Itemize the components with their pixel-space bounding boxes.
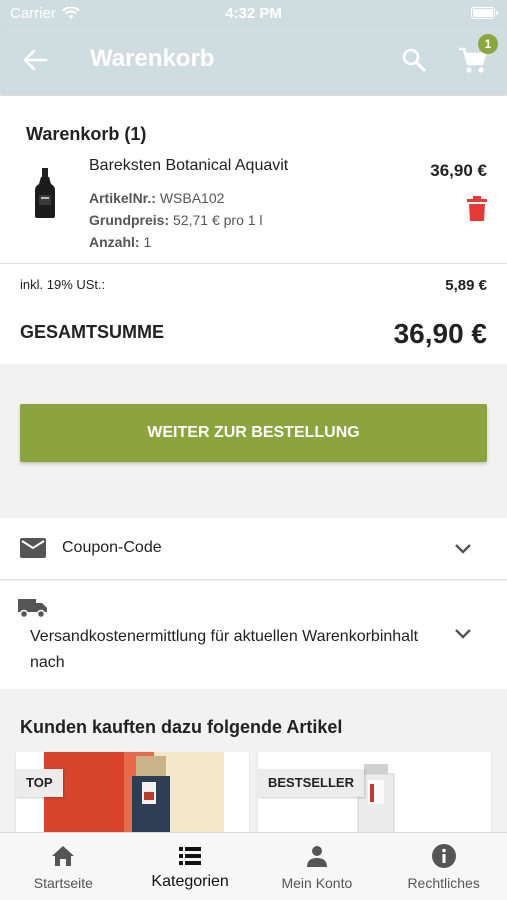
chevron-down-icon[interactable] (454, 628, 472, 640)
vat-label: inkl. 19% USt.: (20, 277, 106, 292)
tab-startseite[interactable]: Startseite (0, 833, 127, 900)
product-tag: TOP (16, 769, 63, 797)
product-card[interactable]: TOP (16, 752, 249, 842)
chevron-down-icon[interactable] (454, 543, 472, 555)
delete-icon[interactable] (466, 196, 488, 222)
total-value: 36,90 € (393, 318, 487, 349)
product-tag: BESTSELLER (258, 769, 364, 797)
page-title: Warenkorb (90, 45, 215, 72)
total-label: GESAMTSUMME (20, 322, 164, 342)
person-icon (306, 846, 327, 867)
status-time: 4:32 PM (225, 5, 282, 22)
truck-icon (18, 599, 47, 619)
product-price: 36,90 € (430, 161, 487, 180)
tab-rechtliches[interactable]: Rechtliches (380, 833, 507, 900)
battery-icon (471, 7, 498, 19)
tab-mein-konto[interactable]: Mein Konto (254, 833, 381, 900)
product-thumbnail[interactable] (28, 168, 62, 218)
checkout-button[interactable]: WEITER ZUR BESTELLUNG (20, 404, 487, 462)
tab-label: Mein Konto (281, 875, 353, 891)
home-icon (52, 846, 75, 866)
tab-label: Startseite (33, 875, 93, 891)
article-number-label: ArtikelNr.: (89, 190, 156, 206)
list-icon (179, 847, 202, 865)
cart-card: Warenkorb (1) Bareksten Botanical Aquavi… (0, 96, 507, 264)
back-arrow-icon[interactable] (20, 46, 50, 74)
article-number-value: WSBA102 (159, 190, 225, 206)
search-icon[interactable] (400, 46, 428, 74)
cart-count-badge: 1 (478, 34, 498, 54)
info-icon (431, 844, 456, 868)
totals-section: inkl. 19% USt.: 5,89 € GESAMTSUMME 36,90… (0, 264, 507, 364)
quantity-row: Anzahl: 1 (89, 234, 151, 250)
product-image (357, 764, 395, 842)
base-price-label: Grundpreis: (89, 212, 170, 228)
product-image (44, 752, 224, 842)
cart-heading: Warenkorb (1) (26, 124, 147, 144)
product-card[interactable]: BESTSELLER (258, 752, 491, 842)
shipping-label: Versandkostenermittlung für aktuellen Wa… (30, 628, 419, 671)
vat-value: 5,89 € (445, 277, 487, 294)
related-heading: Kunden kauften dazu folgende Artikel (20, 717, 343, 737)
article-number-row: ArtikelNr.: WSBA102 (89, 190, 224, 206)
coupon-row[interactable]: Coupon-Code (0, 518, 507, 580)
coupon-label: Coupon-Code (62, 539, 162, 556)
tab-kategorien[interactable]: Kategorien (127, 833, 254, 900)
product-name[interactable]: Bareksten Botanical Aquavit (89, 157, 288, 175)
shipping-row[interactable]: Versandkostenermittlung für aktuellen Wa… (0, 581, 507, 689)
base-price-row: Grundpreis: 52,71 € pro 1 l (89, 212, 263, 228)
quantity-label: Anzahl: (89, 234, 140, 250)
tab-label: Kategorien (151, 873, 229, 890)
status-bar: Carrier 4:32 PM (0, 0, 507, 26)
mail-icon (20, 538, 46, 558)
quantity-value: 1 (143, 234, 152, 250)
bottom-tab-bar: Startseite Kategorien Mein Konto Rechtli… (0, 832, 507, 900)
base-price-value: 52,71 € pro 1 l (173, 212, 263, 228)
app-bar: Warenkorb 1 (0, 26, 507, 94)
tab-label: Rechtliches (407, 875, 480, 891)
